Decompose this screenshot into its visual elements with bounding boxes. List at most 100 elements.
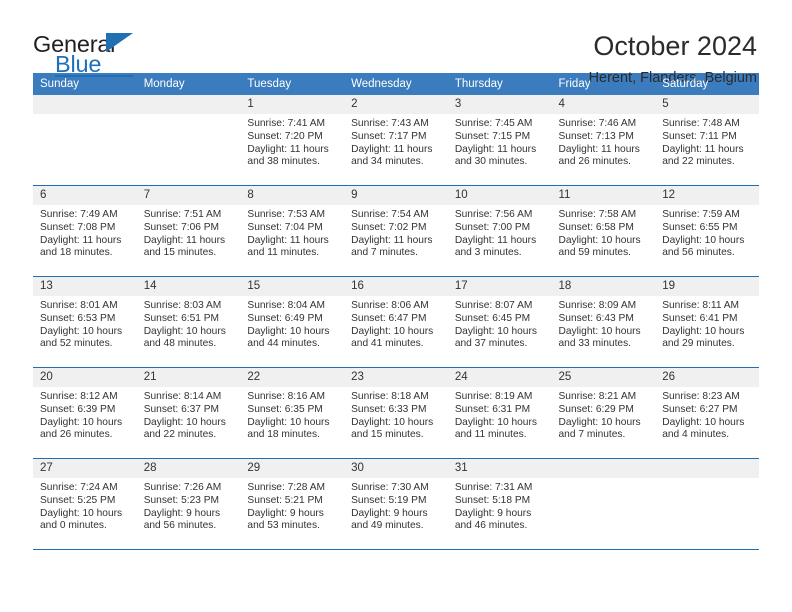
daylight-text-line1: Daylight: 10 hours — [40, 507, 123, 519]
day-cell-inner: 9 Sunrise: 7:54 AM Sunset: 7:02 PM Daylight… — [344, 186, 448, 276]
calendar-day-cell[interactable]: 6 Sunrise: 7:49 AM Sunset: 7:08 PM Daylight… — [33, 185, 137, 277]
daylight-text-line1: Daylight: 11 hours — [247, 234, 329, 246]
sunrise-text: Sunrise: 8:01 AM — [40, 300, 118, 311]
calendar-day-cell[interactable]: 2 Sunrise: 7:43 AM Sunset: 7:17 PM Daylight… — [344, 95, 448, 186]
calendar-day-cell[interactable]: 15 Sunrise: 8:04 AM Sunset: 6:49 PM Dayligh… — [240, 276, 345, 368]
calendar-day-cell[interactable]: 18 Sunrise: 8:09 AM Sunset: 6:43 PM Dayligh… — [551, 276, 656, 368]
calendar-day-cell[interactable]: 26 Sunrise: 8:23 AM Sunset: 6:27 PM Dayligh… — [655, 367, 759, 459]
calendar-week-row: 1 Sunrise: 7:41 AM Sunset: 7:20 PM Daylight… — [33, 95, 759, 186]
sunset-text: Sunset: 5:23 PM — [143, 494, 220, 506]
sunset-text: Sunset: 6:39 PM — [40, 403, 116, 415]
calendar-day-cell[interactable]: 24 Sunrise: 8:19 AM Sunset: 6:31 PM Dayligh… — [447, 367, 552, 459]
day-number: 22 — [240, 368, 345, 387]
daylight-text-line1: Daylight: 11 hours — [351, 143, 433, 155]
sunrise-text: Sunrise: 8:03 AM — [143, 300, 222, 311]
day-details: Sunrise: 7:58 AM Sunset: 6:58 PM Daylight:… — [552, 205, 656, 260]
sunrise-text: Sunrise: 7:59 AM — [662, 209, 740, 220]
sunrise-text: Sunrise: 8:04 AM — [247, 300, 325, 311]
sunrise-text: Sunrise: 8:21 AM — [558, 391, 637, 402]
calendar-day-cell[interactable]: 7 Sunrise: 7:51 AM Sunset: 7:06 PM Daylight… — [136, 185, 241, 277]
day-cell-inner: 3 Sunrise: 7:45 AM Sunset: 7:15 PM Daylight… — [447, 95, 552, 185]
calendar-day-cell[interactable]: 22 Sunrise: 8:16 AM Sunset: 6:35 PM Dayligh… — [240, 367, 345, 459]
daylight-text-line2: and 44 minutes. — [247, 338, 320, 350]
sunrise-text: Sunrise: 7:24 AM — [40, 482, 118, 493]
calendar-day-cell[interactable]: 17 Sunrise: 8:07 AM Sunset: 6:45 PM Dayligh… — [447, 276, 552, 368]
calendar-day-cell[interactable]: 14 Sunrise: 8:03 AM Sunset: 6:51 PM Dayligh… — [136, 276, 241, 368]
day-cell-inner: 30 Sunrise: 7:30 AM Sunset: 5:19 PM Dayligh… — [344, 459, 448, 549]
day-number: 12 — [655, 186, 759, 205]
calendar-day-cell[interactable]: 31 Sunrise: 7:31 AM Sunset: 5:18 PM Dayligh… — [447, 458, 552, 549]
weekday-header-thursday: Thursday — [447, 73, 552, 95]
calendar-day-cell[interactable]: 16 Sunrise: 8:06 AM Sunset: 6:47 PM Dayligh… — [344, 276, 448, 368]
calendar-day-cell[interactable]: 11 Sunrise: 7:58 AM Sunset: 6:58 PM Dayligh… — [551, 185, 656, 277]
calendar-week-row: 20 Sunrise: 8:12 AM Sunset: 6:39 PM Dayligh… — [33, 367, 759, 459]
day-details: Sunrise: 7:51 AM Sunset: 7:06 PM Daylight:… — [137, 205, 241, 260]
day-details: Sunrise: 7:30 AM Sunset: 5:19 PM Daylight:… — [344, 478, 448, 533]
sunset-text: Sunset: 7:17 PM — [351, 130, 427, 142]
daylight-text-line2: and 56 minutes. — [143, 520, 217, 532]
day-cell-inner: 5 Sunrise: 7:48 AM Sunset: 7:11 PM Daylight… — [655, 95, 759, 185]
calendar-day-cell[interactable]: 23 Sunrise: 8:18 AM Sunset: 6:33 PM Dayligh… — [344, 367, 448, 459]
logo-triangle-icon — [106, 33, 133, 52]
day-details: Sunrise: 7:54 AM Sunset: 7:02 PM Daylight:… — [344, 205, 448, 260]
sunrise-text: Sunrise: 8:23 AM — [662, 391, 740, 402]
day-number: 20 — [33, 368, 137, 387]
calendar-day-cell[interactable]: 1 Sunrise: 7:41 AM Sunset: 7:20 PM Daylight… — [240, 95, 345, 186]
day-cell-inner: 15 Sunrise: 8:04 AM Sunset: 6:49 PM Dayligh… — [240, 277, 345, 367]
day-details: Sunrise: 7:59 AM Sunset: 6:55 PM Daylight:… — [655, 205, 759, 260]
day-cell-inner: 23 Sunrise: 8:18 AM Sunset: 6:33 PM Dayligh… — [344, 368, 448, 458]
day-number: 2 — [344, 95, 448, 114]
daylight-text-line1: Daylight: 10 hours — [662, 325, 745, 337]
daylight-text-line2: and 3 minutes. — [454, 247, 522, 259]
calendar-day-cell[interactable]: 8 Sunrise: 7:53 AM Sunset: 7:04 PM Daylight… — [240, 185, 345, 277]
day-number: 17 — [447, 277, 552, 296]
calendar-day-cell[interactable]: 10 Sunrise: 7:56 AM Sunset: 7:00 PM Dayligh… — [447, 185, 552, 277]
calendar-day-cell[interactable]: 21 Sunrise: 8:14 AM Sunset: 6:37 PM Dayligh… — [136, 367, 241, 459]
calendar-day-cell[interactable]: 4 Sunrise: 7:46 AM Sunset: 7:13 PM Daylight… — [551, 95, 656, 186]
calendar-day-cell[interactable]: 30 Sunrise: 7:30 AM Sunset: 5:19 PM Dayligh… — [344, 458, 448, 549]
calendar-day-cell[interactable]: 12 Sunrise: 7:59 AM Sunset: 6:55 PM Dayligh… — [655, 185, 759, 277]
day-details: Sunrise: 7:45 AM Sunset: 7:15 PM Daylight:… — [448, 114, 552, 169]
day-number: 18 — [551, 277, 656, 296]
sunset-text: Sunset: 6:43 PM — [558, 312, 634, 324]
day-cell-inner: 17 Sunrise: 8:07 AM Sunset: 6:45 PM Dayligh… — [447, 277, 552, 367]
day-number: 6 — [33, 186, 137, 205]
day-cell-inner: 2 Sunrise: 7:43 AM Sunset: 7:17 PM Daylight… — [344, 95, 448, 185]
calendar-day-cell[interactable]: 20 Sunrise: 8:12 AM Sunset: 6:39 PM Dayligh… — [33, 367, 137, 459]
sunrise-text: Sunrise: 7:49 AM — [40, 209, 118, 220]
calendar-day-cell[interactable]: 28 Sunrise: 7:26 AM Sunset: 5:23 PM Dayligh… — [136, 458, 241, 549]
calendar-day-cell[interactable]: 25 Sunrise: 8:21 AM Sunset: 6:29 PM Dayligh… — [551, 367, 656, 459]
sunset-text: Sunset: 7:15 PM — [454, 130, 531, 142]
day-number: 11 — [551, 186, 656, 205]
sunrise-text: Sunrise: 8:06 AM — [351, 300, 429, 311]
calendar-day-cell[interactable]: 5 Sunrise: 7:48 AM Sunset: 7:11 PM Daylight… — [655, 95, 759, 186]
calendar-day-cell[interactable]: 13 Sunrise: 8:01 AM Sunset: 6:53 PM Dayligh… — [33, 276, 137, 368]
day-details: Sunrise: 8:16 AM Sunset: 6:35 PM Daylight:… — [240, 387, 344, 442]
calendar-day-cell[interactable]: 3 Sunrise: 7:45 AM Sunset: 7:15 PM Daylight… — [447, 95, 552, 186]
day-cell-inner: 8 Sunrise: 7:53 AM Sunset: 7:04 PM Daylight… — [240, 186, 345, 276]
calendar-day-cell[interactable]: 9 Sunrise: 7:54 AM Sunset: 7:02 PM Daylight… — [344, 185, 448, 277]
day-details: Sunrise: 8:19 AM Sunset: 6:31 PM Daylight:… — [448, 387, 552, 442]
day-details — [137, 114, 241, 118]
day-cell-inner: 27 Sunrise: 7:24 AM Sunset: 5:25 PM Dayligh… — [33, 459, 137, 549]
daylight-text-line2: and 41 minutes. — [351, 338, 424, 350]
daylight-text-line1: Daylight: 11 hours — [143, 234, 226, 246]
day-cell-inner: 21 Sunrise: 8:14 AM Sunset: 6:37 PM Dayligh… — [136, 368, 241, 458]
calendar-day-cell[interactable]: 19 Sunrise: 8:11 AM Sunset: 6:41 PM Dayligh… — [655, 276, 759, 368]
sunrise-text: Sunrise: 8:19 AM — [454, 391, 533, 402]
day-details — [552, 478, 656, 482]
day-number: 19 — [655, 277, 759, 296]
sunset-text: Sunset: 6:27 PM — [662, 403, 738, 415]
day-number: 26 — [655, 368, 759, 387]
sunset-text: Sunset: 6:51 PM — [143, 312, 220, 324]
daylight-text-line2: and 15 minutes. — [143, 247, 217, 259]
calendar-day-cell[interactable]: 27 Sunrise: 7:24 AM Sunset: 5:25 PM Dayligh… — [33, 458, 137, 549]
daylight-text-line1: Daylight: 10 hours — [454, 325, 537, 337]
sunrise-text: Sunrise: 8:18 AM — [351, 391, 429, 402]
sunrise-text: Sunrise: 7:30 AM — [351, 482, 429, 493]
sunset-text: Sunset: 6:47 PM — [351, 312, 427, 324]
day-number: 28 — [136, 459, 241, 478]
day-number: 14 — [136, 277, 241, 296]
calendar-day-cell[interactable]: 29 Sunrise: 7:28 AM Sunset: 5:21 PM Dayligh… — [240, 458, 345, 549]
calendar-day-cell-empty — [33, 95, 137, 186]
